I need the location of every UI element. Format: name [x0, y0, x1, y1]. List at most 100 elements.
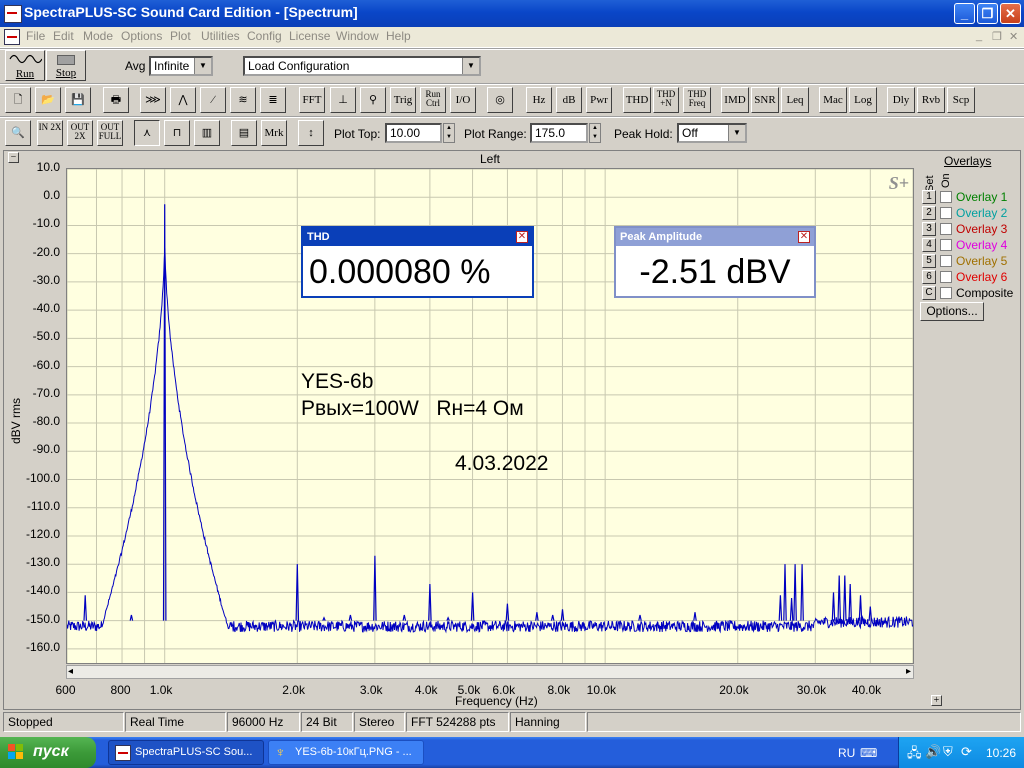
scale-button[interactable]: ⊥ [330, 87, 356, 113]
sound-icon[interactable]: 🔊 [925, 744, 941, 760]
menu-help[interactable]: Help [386, 29, 411, 43]
overlay-checkbox[interactable] [940, 239, 952, 251]
menu-mode[interactable]: Mode [83, 29, 113, 43]
stop-button[interactable]: Stop [46, 50, 86, 81]
3d-surface-button[interactable]: ≣ [260, 87, 286, 113]
keyboard-icon[interactable]: ⌨ [860, 746, 877, 760]
menu-file[interactable]: File [26, 29, 45, 43]
log-button[interactable]: Log [849, 87, 877, 113]
rvb-button[interactable]: Rvb [917, 87, 945, 113]
plot-top-input[interactable] [385, 123, 442, 143]
minimize-button[interactable]: _ [954, 3, 975, 24]
overlay-set-button[interactable]: 6 [922, 270, 936, 284]
pwr-button[interactable]: Pwr [586, 87, 612, 113]
save-button[interactable]: 💾 [65, 87, 91, 113]
close-button[interactable]: ✕ [1000, 3, 1021, 24]
scale-adjust-button[interactable]: ↕ [298, 120, 324, 146]
thd-freq-button[interactable]: THD Freq [683, 87, 711, 113]
config-select[interactable]: Load Configuration ▼ [243, 56, 481, 76]
zoom-out-button[interactable]: OUT 2X [67, 120, 93, 146]
trig-button[interactable]: Trig [390, 87, 416, 113]
overlay-set-button[interactable]: 3 [922, 222, 936, 236]
menu-config[interactable]: Config [247, 29, 282, 43]
leq-button[interactable]: Leq [781, 87, 809, 113]
start-button[interactable]: пуск [0, 737, 96, 768]
scp-button[interactable]: Scp [947, 87, 975, 113]
fft-button[interactable]: FFT [299, 87, 325, 113]
overlay-checkbox[interactable] [940, 271, 952, 283]
horizontal-scrollbar[interactable]: ◂ ▸ [66, 665, 914, 679]
print-button[interactable]: 🖶 [103, 87, 129, 113]
plot-range-input[interactable] [530, 123, 588, 143]
weighting-button[interactable]: ⚲ [360, 87, 386, 113]
plot-range-spinner[interactable]: ▲ ▼ [589, 123, 601, 143]
overlay-checkbox[interactable] [940, 207, 952, 219]
menu-license[interactable]: License [289, 29, 330, 43]
language-indicator[interactable]: RU [838, 746, 855, 760]
mac-button[interactable]: Mac [819, 87, 847, 113]
shield-icon[interactable]: ⛨ [943, 744, 953, 760]
hz-button[interactable]: Hz [526, 87, 552, 113]
thd-readout[interactable]: THD ✕ 0.000080 % [301, 226, 534, 298]
overlay-options-button[interactable]: Options... [920, 302, 984, 321]
spectrogram-button[interactable]: ≋ [230, 87, 256, 113]
overlay-checkbox[interactable] [940, 255, 952, 267]
expand-button[interactable]: + [931, 695, 942, 706]
zoom-button[interactable]: 🔍 [5, 120, 31, 146]
overlay-set-button[interactable]: 4 [922, 238, 936, 252]
overlay-checkbox[interactable] [940, 191, 952, 203]
avg-select[interactable]: Infinite ▼ [149, 56, 213, 76]
step-plot-button[interactable]: ⊓ [164, 120, 190, 146]
mdi-close-icon[interactable]: ✕ [1009, 30, 1018, 43]
imd-button[interactable]: IMD [721, 87, 749, 113]
new-file-button[interactable]: 🗋 [5, 87, 31, 113]
time-series-button[interactable]: ⋙ [140, 87, 166, 113]
overlay-checkbox[interactable] [940, 223, 952, 235]
doc-icon[interactable] [4, 29, 20, 45]
peak-hold-select[interactable]: Off ▼ [677, 123, 747, 143]
overlay-set-button[interactable]: 2 [922, 206, 936, 220]
dly-button[interactable]: Dly [887, 87, 915, 113]
app-icon[interactable] [4, 5, 22, 23]
spectrum-button[interactable]: ⋀ [170, 87, 196, 113]
run-ctrl-button[interactable]: Run Ctrl [420, 87, 446, 113]
taskbar-item-spectraplus[interactable]: SpectraPLUS-SC Sou... [108, 740, 264, 765]
open-button[interactable]: 📂 [35, 87, 61, 113]
bar-plot-button[interactable]: ▥ [194, 120, 220, 146]
close-icon[interactable]: ✕ [798, 231, 810, 243]
update-icon[interactable]: ⟳ [961, 744, 972, 760]
mdi-restore-icon[interactable]: ❐ [992, 30, 1002, 43]
menu-window[interactable]: Window [336, 29, 379, 43]
io-button[interactable]: I/O [450, 87, 476, 113]
restore-button[interactable]: ❐ [977, 3, 998, 24]
db-button[interactable]: dB [556, 87, 582, 113]
menu-plot[interactable]: Plot [170, 29, 191, 43]
thd-button[interactable]: THD [623, 87, 651, 113]
phase-button[interactable]: ∕ [200, 87, 226, 113]
marker-button[interactable]: Mrk [261, 120, 287, 146]
overlay-set-button[interactable]: 1 [922, 190, 936, 204]
snr-button[interactable]: SNR [751, 87, 779, 113]
close-icon[interactable]: ✕ [516, 231, 528, 243]
menu-utilities[interactable]: Utilities [201, 29, 240, 43]
taskbar-item-image-viewer[interactable]: ♆ YES-6b-10кГц.PNG - ... [268, 740, 424, 765]
generator-button[interactable]: ◎ [487, 87, 513, 113]
network-icon[interactable]: 🖧 [907, 744, 922, 766]
scroll-right-icon[interactable]: ▸ [906, 666, 911, 677]
menu-edit[interactable]: Edit [53, 29, 74, 43]
plot-top-spinner[interactable]: ▲ ▼ [443, 123, 455, 143]
peak-amplitude-readout[interactable]: Peak Amplitude ✕ -2.51 dBV [614, 226, 816, 298]
overlay-set-button[interactable]: 5 [922, 254, 936, 268]
thdn-button[interactable]: THD +N [653, 87, 679, 113]
table-button[interactable]: ▤ [231, 120, 257, 146]
line-plot-button[interactable]: ⋏ [134, 120, 160, 146]
zoom-in-button[interactable]: IN 2X [37, 120, 63, 146]
zoom-full-button[interactable]: OUT FULL [97, 120, 123, 146]
mdi-minimize-icon[interactable]: _ [976, 30, 982, 42]
overlay-checkbox[interactable] [940, 287, 952, 299]
run-button[interactable]: Run [5, 50, 45, 81]
overlay-set-button[interactable]: C [922, 286, 936, 300]
menu-options[interactable]: Options [121, 29, 162, 43]
title-bar[interactable]: SpectraPLUS-SC Sound Card Edition - [Spe… [0, 0, 1024, 27]
scroll-left-icon[interactable]: ◂ [68, 666, 73, 677]
